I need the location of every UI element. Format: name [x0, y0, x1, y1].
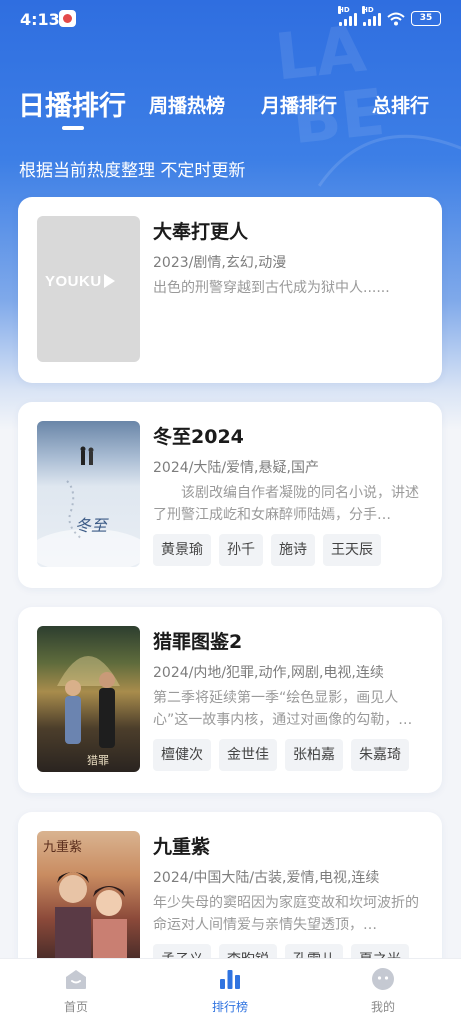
cast-chip[interactable]: 黄景瑜 [153, 534, 211, 566]
svg-text:猎罪: 猎罪 [87, 753, 109, 767]
chart-icon [218, 967, 242, 991]
cast-list: 檀健次 金世佳 张柏嘉 朱嘉琦 [153, 739, 409, 771]
cast-chip[interactable]: 朱嘉琦 [351, 739, 409, 771]
show-title: 冬至2024 [153, 426, 244, 448]
status-icons: HD HD 35 [338, 5, 441, 26]
play-icon [103, 274, 115, 288]
show-poster: 冬至 [37, 421, 140, 567]
nav-ranking-label: 排行榜 [211, 1000, 248, 1014]
show-description: 该剧改编自作者凝陇的同名小说，讲述了刑警江成屹和女麻醉师陆嫣，分手… [153, 485, 419, 523]
home-icon [64, 967, 88, 991]
show-description: 出色的刑警穿越到古代成为狱中人...... [153, 280, 390, 296]
show-card[interactable]: 冬至 冬至2024 2024/大陆/爱情,悬疑,国产 该剧改编自作者凝陇的同名小… [18, 402, 442, 588]
show-meta: 2024/大陆/爱情,悬疑,国产 [153, 460, 319, 476]
nav-home[interactable]: 首页 [31, 967, 121, 1015]
status-time: 4:13 [20, 10, 60, 29]
cast-chip[interactable]: 张柏嘉 [285, 739, 343, 771]
network-label-2: HD [362, 5, 374, 14]
cast-chip[interactable]: 檀健次 [153, 739, 211, 771]
network-label: HD [338, 5, 350, 14]
youku-logo: YOUKU [45, 273, 133, 290]
youku-logo-text: YOUKU [45, 273, 102, 290]
nav-home-label: 首页 [63, 1000, 88, 1014]
show-poster: 九重紫 [37, 831, 140, 977]
ranking-tabs: 日播排行 周播热榜 月播排行 总排行 [18, 80, 443, 140]
tab-total[interactable]: 总排行 [372, 91, 429, 118]
show-title: 猎罪图鉴2 [153, 631, 243, 653]
svg-text:九重紫: 九重紫 [43, 839, 82, 855]
nav-ranking[interactable]: 排行榜 [185, 967, 275, 1015]
nav-profile[interactable]: 我的 [338, 967, 428, 1015]
battery-icon: 35 [411, 11, 441, 26]
show-meta: 2024/中国大陆/古装,爱情,电视,连续 [153, 870, 380, 886]
show-description: 年少失母的窦昭因为家庭变故和坎坷波折的命运对人间情爱与亲情失望透顶，… [153, 895, 419, 933]
show-poster: 猎罪 [37, 626, 140, 772]
active-tab-indicator [62, 126, 84, 130]
svg-text:冬至: 冬至 [75, 516, 109, 535]
app-notification-icon [59, 10, 76, 27]
nav-profile-label: 我的 [370, 1000, 395, 1014]
poster-art: 猎罪 [57, 656, 120, 767]
wifi-icon [387, 12, 405, 25]
show-poster: YOUKU [37, 216, 140, 362]
show-meta: 2024/内地/犯罪,动作,网剧,电视,连续 [153, 665, 384, 681]
poster-art: 九重紫 [43, 839, 127, 977]
tab-daily[interactable]: 日播排行 [18, 84, 126, 123]
signal-icon: HD [338, 5, 357, 26]
cast-chip[interactable]: 施诗 [271, 534, 315, 566]
poster-art: 冬至 [37, 446, 140, 567]
show-meta: 2023/剧情,玄幻,动漫 [153, 255, 287, 271]
cast-chip[interactable]: 金世佳 [219, 739, 277, 771]
show-title: 大奉打更人 [153, 221, 249, 243]
show-description: 第二季将延续第一季“绘色显影，画见人心”这一故事内核，通过对画像的勾勒，… [153, 690, 413, 728]
cast-list: 黄景瑜 孙千 施诗 王天辰 [153, 534, 381, 566]
show-title: 九重紫 [153, 836, 211, 858]
show-card[interactable]: YOUKU 大奉打更人 2023/剧情,玄幻,动漫 出色的刑警穿越到古代成为狱中… [18, 197, 442, 383]
cast-chip[interactable]: 孙千 [219, 534, 263, 566]
profile-icon [371, 967, 395, 991]
tab-weekly[interactable]: 周播热榜 [149, 91, 225, 118]
ranking-subtitle: 根据当前热度整理 不定时更新 [19, 161, 246, 181]
show-card[interactable]: 猎罪 猎罪图鉴2 2024/内地/犯罪,动作,网剧,电视,连续 第二季将延续第一… [18, 607, 442, 793]
ranking-screen: LA BE 4:13 HD HD 35 日播排行 周播热榜 月播排行 总排行 根… [0, 0, 461, 1024]
bottom-navigation: 首页 排行榜 我的 [0, 958, 461, 1024]
status-bar: 4:13 HD HD 35 [0, 0, 461, 40]
signal-icon-2: HD [362, 5, 381, 26]
tab-monthly[interactable]: 月播排行 [261, 91, 337, 118]
cast-chip[interactable]: 王天辰 [323, 534, 381, 566]
